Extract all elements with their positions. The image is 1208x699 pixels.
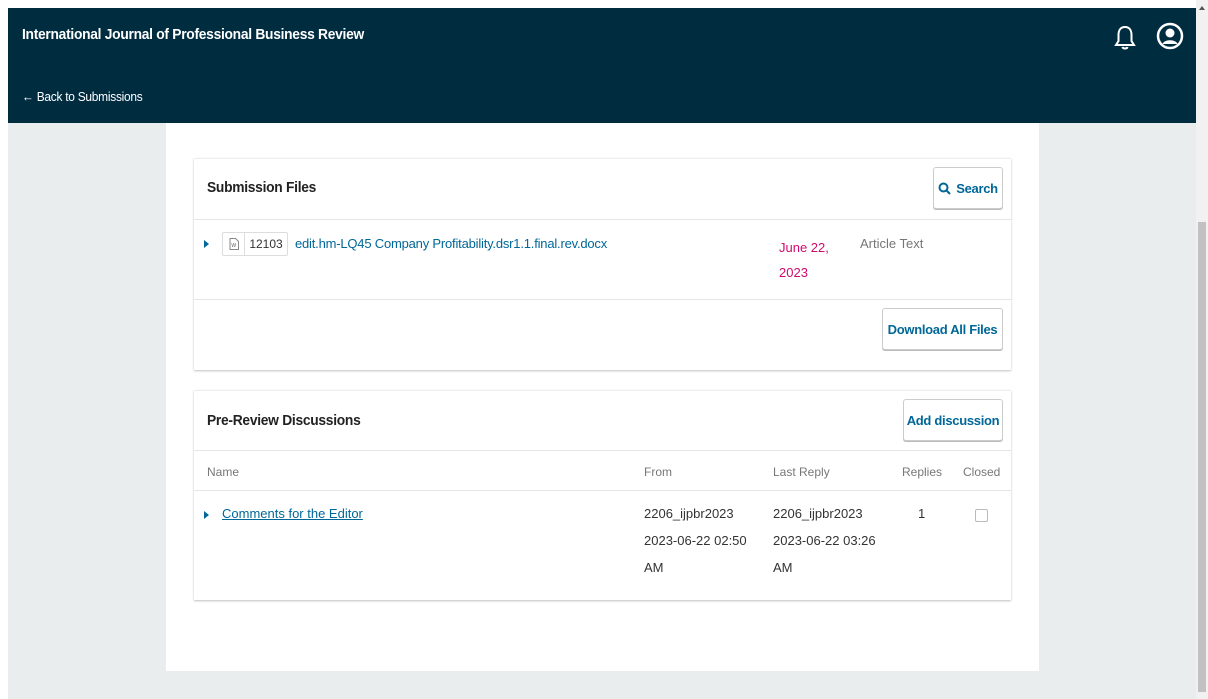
download-all-files-label: Download All Files bbox=[887, 321, 998, 337]
closed-checkbox[interactable] bbox=[975, 509, 988, 522]
file-date: June 22, 2023 bbox=[779, 235, 829, 285]
file-id-box: W 12103 bbox=[222, 232, 288, 256]
col-from: From bbox=[644, 465, 672, 479]
submission-files-panel: Submission Files Search W 12103 edit.hm-… bbox=[194, 158, 1011, 370]
from-date: 2023-06-22 02:50 bbox=[644, 533, 747, 548]
search-button[interactable]: Search bbox=[933, 167, 1003, 209]
user-profile-icon[interactable] bbox=[1156, 22, 1184, 50]
file-name-link[interactable]: edit.hm-LQ45 Company Profitability.dsr1.… bbox=[295, 236, 607, 251]
notifications-bell-icon[interactable] bbox=[1113, 24, 1137, 52]
discussion-replies: 1 bbox=[918, 506, 926, 521]
page-frame: International Journal of Professional Bu… bbox=[8, 8, 1196, 699]
pre-review-discussions-panel: Pre-Review Discussions Add discussion Na… bbox=[194, 390, 1011, 600]
discussion-name-link[interactable]: Comments for the Editor bbox=[222, 506, 363, 521]
search-icon bbox=[938, 182, 951, 195]
expand-file-caret-icon[interactable] bbox=[204, 240, 209, 248]
main-content: Submission Files Search W 12103 edit.hm-… bbox=[166, 123, 1039, 671]
add-discussion-label: Add discussion bbox=[906, 412, 1000, 428]
col-last-reply: Last Reply bbox=[773, 465, 830, 479]
back-to-submissions-link[interactable]: ← Back to Submissions bbox=[22, 89, 143, 104]
file-type: Article Text bbox=[860, 236, 924, 251]
table-row: Comments for the Editor 2206_ijpbr2023 2… bbox=[194, 491, 1011, 599]
file-id: 12103 bbox=[249, 237, 283, 251]
reply-date: 2023-06-22 03:26 bbox=[773, 533, 876, 548]
discussion-last-reply: 2206_ijpbr2023 2023-06-22 03:26 AM bbox=[773, 500, 876, 581]
top-header: International Journal of Professional Bu… bbox=[8, 8, 1196, 123]
journal-title[interactable]: International Journal of Professional Bu… bbox=[22, 26, 364, 43]
col-name: Name bbox=[207, 465, 240, 479]
files-footer-divider bbox=[194, 299, 1011, 300]
expand-discussion-caret-icon[interactable] bbox=[204, 511, 209, 519]
discussions-header-divider bbox=[194, 450, 1011, 451]
reply-user: 2206_ijpbr2023 bbox=[773, 506, 863, 521]
svg-text:W: W bbox=[231, 243, 236, 249]
search-button-label: Search bbox=[956, 180, 998, 196]
discussions-title: Pre-Review Discussions bbox=[207, 412, 361, 429]
col-closed: Closed bbox=[963, 465, 1001, 479]
docx-file-icon: W bbox=[223, 233, 245, 255]
scroll-up-arrow-icon[interactable] bbox=[1199, 6, 1205, 10]
reply-ampm: AM bbox=[773, 560, 793, 575]
download-all-files-button[interactable]: Download All Files bbox=[882, 308, 1003, 350]
scrollbar-thumb[interactable] bbox=[1198, 222, 1206, 692]
col-replies: Replies bbox=[902, 465, 943, 479]
add-discussion-button[interactable]: Add discussion bbox=[903, 399, 1003, 441]
file-date-line2: 2023 bbox=[779, 265, 808, 280]
from-user: 2206_ijpbr2023 bbox=[644, 506, 734, 521]
from-ampm: AM bbox=[644, 560, 664, 575]
submission-files-title: Submission Files bbox=[207, 179, 317, 196]
file-date-line1: June 22, bbox=[779, 240, 829, 255]
discussion-from: 2206_ijpbr2023 2023-06-22 02:50 AM bbox=[644, 500, 747, 581]
file-row: W 12103 edit.hm-LQ45 Company Profitabili… bbox=[194, 219, 1011, 299]
